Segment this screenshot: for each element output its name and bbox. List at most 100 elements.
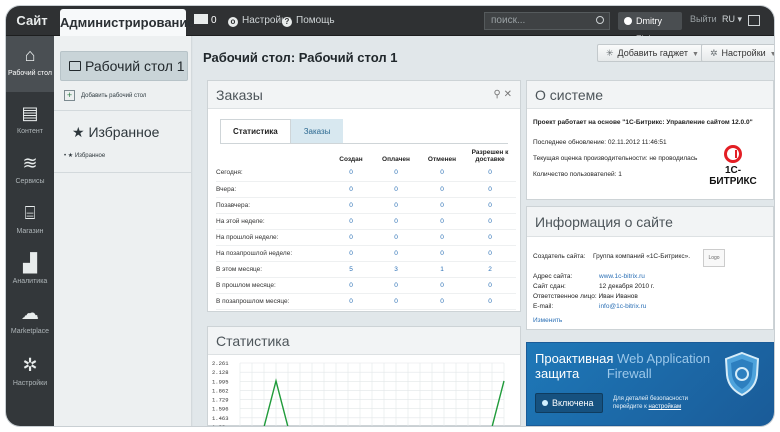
- cell-link[interactable]: 0: [330, 197, 372, 214]
- language-select[interactable]: RU ▾: [722, 14, 742, 25]
- cell-link[interactable]: 0: [464, 229, 516, 246]
- cell-link[interactable]: 0: [420, 197, 464, 214]
- column-header: Разрешен к доставке: [471, 149, 509, 163]
- cell-link[interactable]: 0: [420, 213, 464, 230]
- menu-item-desktop[interactable]: ⌂ Рабочий стол: [6, 36, 54, 92]
- row-label: На позапрошлой неделе:: [216, 245, 330, 262]
- y-tick-label: 1.463: [212, 415, 229, 422]
- email-label: E-mail:: [533, 303, 554, 310]
- cell-link[interactable]: 0: [330, 229, 372, 246]
- column-header: Оплачен: [382, 156, 410, 163]
- logout-link[interactable]: Выйти: [690, 14, 717, 24]
- desktop-sidebar: Рабочий стол 1 + Добавить рабочий стол ★ …: [54, 36, 192, 426]
- cell-link[interactable]: 0: [420, 229, 464, 246]
- cell-link[interactable]: 0: [330, 181, 372, 198]
- table-row: Сегодня: 0 0 0 0: [216, 165, 516, 182]
- site-logo: Logo: [703, 249, 725, 267]
- notifications-button[interactable]: 0: [194, 14, 217, 28]
- add-desktop-label: Добавить рабочий стол: [81, 93, 147, 100]
- responsible-label: Ответственное лицо:: [533, 293, 597, 300]
- add-desktop-link[interactable]: + Добавить рабочий стол: [64, 90, 146, 102]
- cell-link[interactable]: 3: [372, 261, 420, 278]
- table-row: На прошлой неделе: 0 0 0 0: [216, 229, 516, 246]
- menu-label: Аналитика: [12, 278, 48, 285]
- tab-statistics[interactable]: Статистика: [220, 119, 291, 143]
- cell-link[interactable]: 0: [330, 213, 372, 230]
- site-info-panel: Информация о сайте Создатель сайта: Групп…: [526, 206, 774, 330]
- cell-link[interactable]: 0: [464, 277, 516, 294]
- shop-icon: ⌸: [24, 203, 36, 223]
- layers-icon: ≋: [22, 153, 38, 173]
- menu-item-settings[interactable]: ✲ Настройки: [6, 346, 54, 402]
- settings-button[interactable]: ✲ Настройки ▼: [701, 44, 774, 62]
- cell-link[interactable]: 0: [420, 245, 464, 262]
- cell-link[interactable]: 5: [330, 261, 372, 278]
- cell-link[interactable]: 0: [372, 197, 420, 214]
- cell-link[interactable]: 0: [420, 165, 464, 182]
- email-link[interactable]: info@1c-bitrix.ru: [599, 303, 646, 310]
- cell-link[interactable]: 2: [464, 261, 516, 278]
- menu-item-marketplace[interactable]: ☁ Marketplace: [6, 294, 54, 350]
- bullet-icon: • ★: [64, 153, 75, 159]
- url-link[interactable]: www.1c-bitrix.ru: [599, 273, 645, 280]
- bitrix-logo: 1С-БИТРИКС: [703, 145, 763, 187]
- cell-link[interactable]: 0: [372, 165, 420, 182]
- search-icon[interactable]: [596, 16, 604, 24]
- cell-link[interactable]: 0: [420, 293, 464, 310]
- favorites-item[interactable]: • ★ Избранное: [64, 152, 105, 159]
- table-row: Позавчера: 0 0 0 0: [216, 197, 516, 214]
- desktop-item-1[interactable]: Рабочий стол 1: [60, 51, 188, 81]
- add-gadget-label: Добавить гаджет: [617, 48, 689, 58]
- cell-link[interactable]: 0: [464, 213, 516, 230]
- tab-site[interactable]: Сайт: [6, 6, 58, 36]
- statistics-header: Статистика: [208, 327, 520, 355]
- tab-admin[interactable]: Администрирование: [60, 9, 195, 36]
- panel-controls[interactable]: ⚲ ✕: [494, 81, 512, 109]
- menu-item-shop[interactable]: ⌸ Магазин: [6, 194, 54, 250]
- cell-link[interactable]: 0: [464, 181, 516, 198]
- bitrix-logo-icon: [724, 145, 742, 163]
- cell-link[interactable]: 0: [420, 277, 464, 294]
- cell-link[interactable]: 0: [464, 197, 516, 214]
- cell-link[interactable]: 0: [372, 213, 420, 230]
- add-gadget-button[interactable]: ✳ Добавить гаджет ▼: [597, 44, 708, 62]
- cell-link[interactable]: 0: [372, 181, 420, 198]
- cell-link[interactable]: 0: [372, 277, 420, 294]
- security-settings-link[interactable]: настройкам: [648, 404, 681, 410]
- menu-label: Marketplace: [10, 328, 50, 335]
- help-label: Помощь: [296, 15, 335, 26]
- site-info-header: Информация о сайте: [527, 207, 773, 237]
- user-button[interactable]: Dmitry Zinko: [618, 12, 682, 44]
- security-panel: Проактивная Web Application защита Firew…: [526, 342, 774, 426]
- cell-link[interactable]: 0: [330, 165, 372, 182]
- cell-link[interactable]: 0: [420, 181, 464, 198]
- row-label: Сегодня:: [216, 165, 330, 182]
- cell-link[interactable]: 0: [330, 293, 372, 310]
- menu-item-services[interactable]: ≋ Сервисы: [6, 144, 54, 200]
- divider: [54, 110, 192, 111]
- menu-item-analytics[interactable]: ▟ Аналитика: [6, 244, 54, 300]
- cell-link[interactable]: 0: [464, 165, 516, 182]
- cell-link[interactable]: 0: [372, 293, 420, 310]
- firewall-toggle-button[interactable]: Включена: [535, 393, 603, 413]
- cell-link[interactable]: 0: [464, 245, 516, 262]
- search-input[interactable]: поиск...: [484, 12, 610, 30]
- search-placeholder: поиск...: [491, 15, 526, 26]
- sun-icon: ✳: [606, 48, 614, 58]
- cell-link[interactable]: 0: [330, 245, 372, 262]
- security-title-c: защита: [535, 366, 580, 381]
- cell-link[interactable]: 0: [372, 229, 420, 246]
- edit-link[interactable]: Изменить: [533, 317, 562, 324]
- column-header: Отменен: [427, 156, 457, 163]
- fullscreen-icon[interactable]: [748, 15, 760, 26]
- menu-label: Настройки: [12, 380, 48, 387]
- cell-link[interactable]: 0: [464, 293, 516, 310]
- cell-link[interactable]: 0: [372, 245, 420, 262]
- tab-orders[interactable]: Заказы: [290, 119, 344, 143]
- users-count: Количество пользователей: 1: [533, 171, 622, 178]
- cell-link[interactable]: 1: [420, 261, 464, 278]
- help-link[interactable]: ? Помощь: [282, 14, 335, 28]
- cell-link[interactable]: 0: [330, 277, 372, 294]
- date-row: Сайт сдан: 12 декабря 2010 г.: [533, 283, 654, 290]
- menu-item-content[interactable]: ▤ Контент: [6, 94, 54, 150]
